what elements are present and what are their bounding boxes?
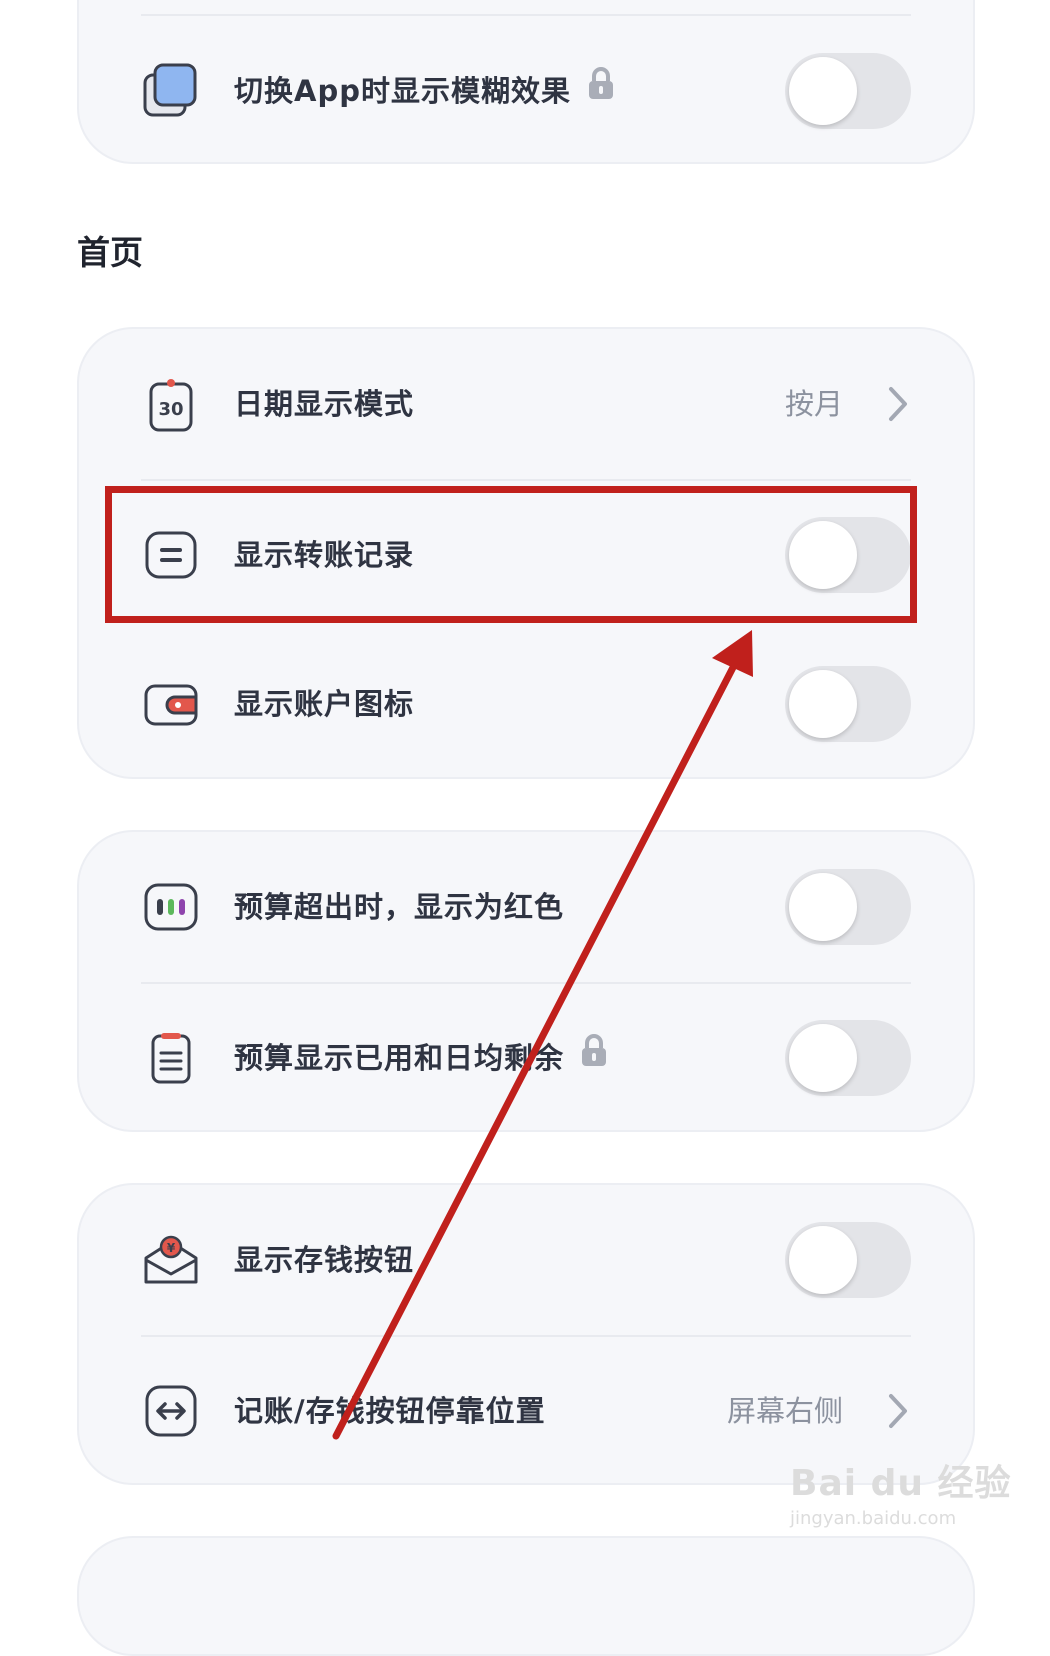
svg-text:30: 30 bbox=[158, 399, 183, 420]
section-title-home: 首页 bbox=[77, 233, 143, 272]
date-mode-value: 按月 bbox=[784, 387, 843, 421]
setting-label: 显示账户图标 bbox=[234, 687, 415, 721]
setting-label: 日期显示模式 bbox=[234, 387, 415, 421]
budget-red-toggle[interactable] bbox=[785, 869, 911, 945]
toggle-knob bbox=[789, 1226, 857, 1294]
wallet-icon bbox=[141, 674, 201, 734]
setting-row-budget-red[interactable]: 预算超出时，显示为红色 bbox=[79, 832, 973, 982]
budget-bars-icon bbox=[141, 877, 201, 937]
setting-row-budget-daily[interactable]: 预算显示已用和日均剩余 bbox=[79, 983, 973, 1133]
chevron-right-icon bbox=[887, 386, 909, 422]
settings-card-top: 切换App时显示模糊效果 bbox=[77, 0, 975, 164]
settings-card-budget: 预算超出时，显示为红色 预算显示已用和日均剩余 bbox=[77, 830, 975, 1132]
horizontal-arrows-icon bbox=[141, 1381, 201, 1441]
watermark-sub: jingyan.baidu.com bbox=[790, 1508, 957, 1529]
save-button-toggle[interactable] bbox=[785, 1222, 911, 1298]
annotation-highlight-box bbox=[105, 486, 917, 623]
setting-row-date-mode[interactable]: 30 日期显示模式 按月 bbox=[79, 329, 973, 479]
toggle-knob bbox=[789, 1024, 857, 1092]
watermark-main: Bai du 经验 bbox=[790, 1463, 1012, 1504]
settings-card-buttons: ¥ 显示存钱按钮 记账/存钱按钮停靠位置 屏幕右侧 bbox=[77, 1183, 975, 1485]
toggle-knob bbox=[789, 670, 857, 738]
blur-toggle[interactable] bbox=[785, 53, 911, 129]
clipboard-icon bbox=[141, 1028, 201, 1088]
baidu-watermark: Bai du 经验 jingyan.baidu.com bbox=[790, 1454, 1012, 1529]
lock-icon bbox=[580, 982, 608, 1132]
setting-row-save-button[interactable]: ¥ 显示存钱按钮 bbox=[79, 1185, 973, 1335]
setting-label: 预算显示已用和日均剩余 bbox=[234, 983, 608, 1133]
setting-row-show-account-icon[interactable]: 显示账户图标 bbox=[79, 629, 973, 779]
envelope-coin-icon: ¥ bbox=[141, 1230, 201, 1290]
setting-label: 切换App时显示模糊效果 bbox=[234, 16, 615, 166]
chevron-right-icon bbox=[887, 1393, 909, 1429]
settings-card-bottom bbox=[77, 1536, 975, 1656]
setting-label: 记账/存钱按钮停靠位置 bbox=[234, 1394, 546, 1428]
setting-label: 显示存钱按钮 bbox=[234, 1243, 415, 1277]
show-account-icon-toggle[interactable] bbox=[785, 666, 911, 742]
toggle-knob bbox=[789, 873, 857, 941]
app-windows-icon bbox=[141, 61, 201, 121]
calendar-icon: 30 bbox=[141, 374, 201, 434]
setting-row-blur-on-switch[interactable]: 切换App时显示模糊效果 bbox=[79, 16, 973, 166]
svg-text:¥: ¥ bbox=[167, 1241, 176, 1255]
setting-label: 预算超出时，显示为红色 bbox=[234, 890, 565, 924]
budget-daily-toggle[interactable] bbox=[785, 1020, 911, 1096]
toggle-knob bbox=[789, 57, 857, 125]
lock-icon bbox=[587, 15, 615, 165]
